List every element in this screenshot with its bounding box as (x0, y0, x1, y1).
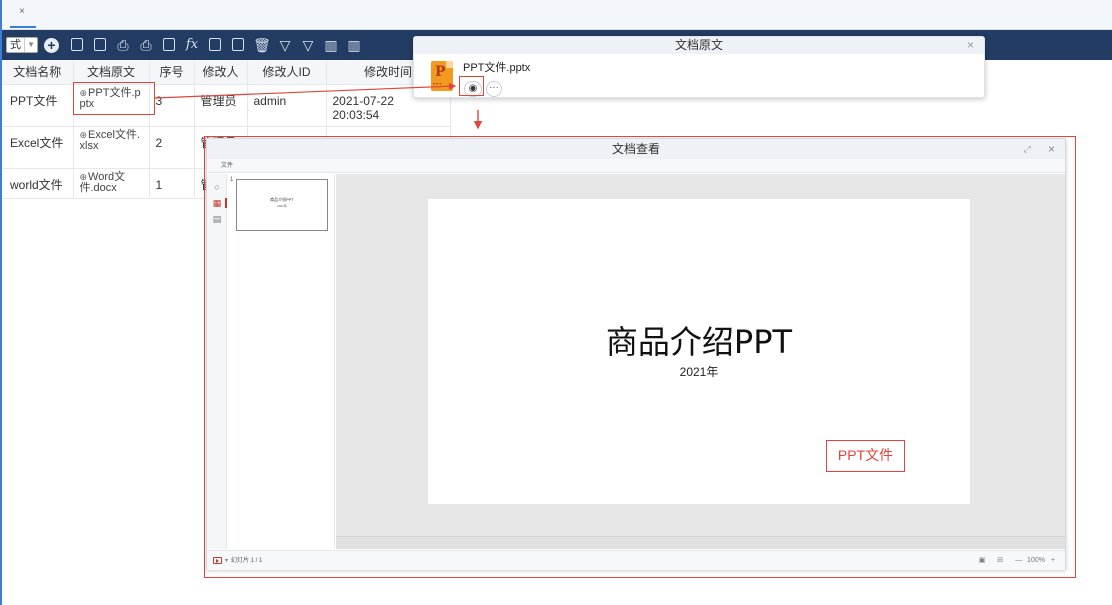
col-header-modifier-id[interactable]: 修改人ID (247, 60, 327, 85)
toolbar-style-select-value: 式 (10, 39, 21, 51)
col-header-seq[interactable]: 序号 (149, 60, 195, 85)
cell-doc-file-line2: 件.docx (79, 182, 117, 194)
col-header-doc-name[interactable]: 文档名称 (2, 60, 74, 85)
new-doc-icon[interactable] (68, 36, 86, 54)
export-doc-icon[interactable] (160, 36, 178, 54)
cell-seq[interactable]: 1 (149, 168, 195, 199)
toolbar-style-select[interactable]: 式 ▼ (6, 37, 38, 53)
chevron-down-icon: ▼ (24, 38, 35, 52)
filter-icon[interactable]: ▽ (276, 36, 294, 54)
import-icon[interactable] (229, 36, 247, 54)
cell-seq[interactable]: 2 (149, 126, 195, 169)
tab-bar: × (2, 0, 1112, 30)
fx-icon[interactable]: fx (183, 36, 201, 54)
highlight-preview-button (459, 76, 484, 96)
print-settings-icon[interactable]: ⎙ (137, 36, 155, 54)
tab-active[interactable]: × (10, 4, 36, 28)
print-icon[interactable]: ⎙ (114, 36, 132, 54)
cell-doc-name[interactable]: world文件 (2, 168, 74, 199)
edit-doc-icon[interactable] (91, 36, 109, 54)
cell-doc-file[interactable]: ⊕Excel文件. xlsx (73, 126, 150, 169)
clear-formula-icon[interactable] (206, 36, 224, 54)
tab-close-icon[interactable]: × (19, 6, 25, 17)
highlight-viewer (204, 136, 1076, 578)
table-header-row: 文档名称 文档原文 序号 修改人 修改人ID 修改时间 (2, 60, 451, 85)
more-options-button[interactable]: ··· (486, 81, 502, 97)
cell-doc-file-line2: xlsx (79, 140, 99, 152)
col-header-modifier[interactable]: 修改人 (194, 60, 248, 85)
highlight-file-cell (73, 82, 155, 115)
doc-original-popup: 文档原文 × P ••• PPT文件.pptx ◉ ··· (413, 36, 985, 98)
cell-doc-name[interactable]: PPT文件 (2, 84, 74, 127)
cell-modifier-id[interactable]: admin (247, 84, 327, 127)
cell-doc-name[interactable]: Excel文件 (2, 126, 74, 169)
chart-icon[interactable]: ▥ (322, 36, 340, 54)
pptx-file-icon: P ••• (431, 61, 453, 91)
popup-title: 文档原文 (674, 38, 723, 52)
cell-doc-file[interactable]: ⊕Word文 件.docx (73, 168, 150, 199)
file-icon: ⊕ (79, 172, 88, 182)
file-icon: ⊕ (79, 130, 88, 140)
pivot-chart-icon[interactable]: ▥ (345, 36, 363, 54)
clear-filter-icon[interactable]: ▽ (299, 36, 317, 54)
delete-icon[interactable]: 🗑 (253, 36, 271, 54)
table-row[interactable]: PPT文件 ⊕PPT文件.p ptx 3 管理员 admin 2021-07-2… (2, 84, 451, 127)
cell-modifier[interactable]: 管理员 (194, 84, 248, 127)
col-header-doc-original[interactable]: 文档原文 (73, 60, 150, 85)
add-circle-icon[interactable]: + (44, 38, 59, 53)
popup-header: 文档原文 × (414, 37, 984, 54)
popup-file-name[interactable]: PPT文件.pptx (463, 59, 530, 75)
cell-seq[interactable]: 3 (149, 84, 195, 127)
popup-close-icon[interactable]: × (967, 37, 974, 54)
